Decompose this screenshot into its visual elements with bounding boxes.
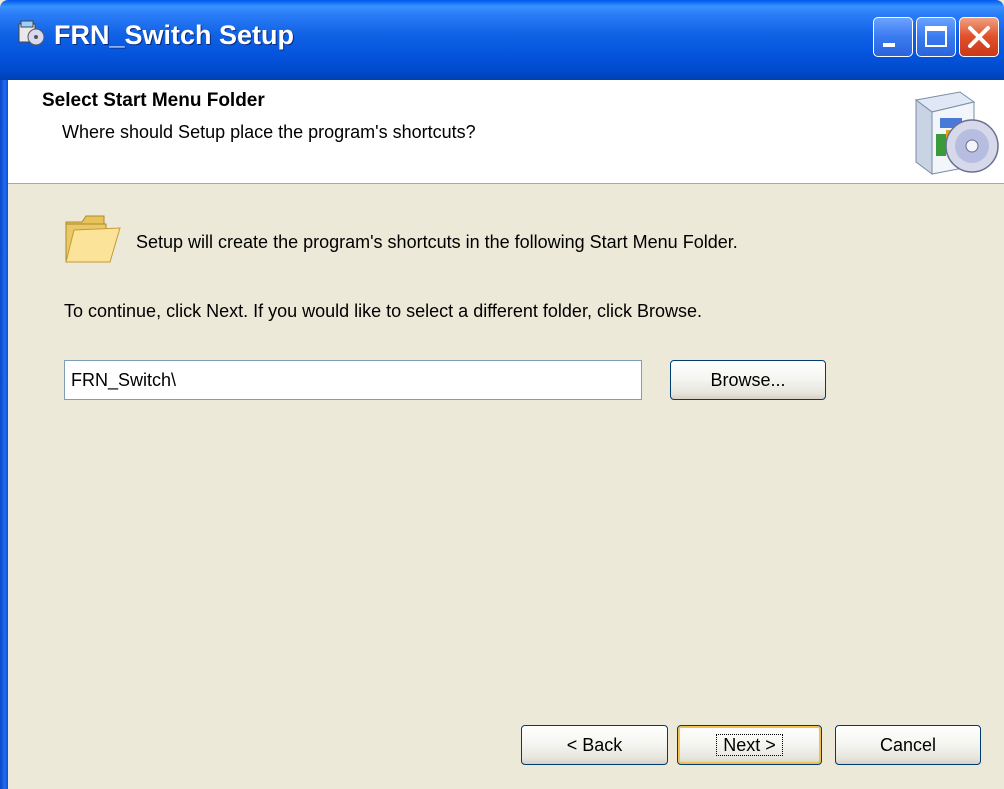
page-subtitle: Where should Setup place the program's s… [62,122,476,142]
minimize-icon [883,43,895,47]
setup-app-icon [18,20,45,46]
maximize-icon [925,26,947,47]
instruction-text: To continue, click Next. If you would li… [64,301,702,321]
start-menu-folder-input[interactable] [64,360,642,400]
maximize-button[interactable] [916,17,956,57]
back-button[interactable]: < Back [521,725,668,765]
setup-box-cd-icon [914,91,999,175]
close-icon [968,26,990,48]
window-frame-left [0,80,8,789]
wizard-header: Select Start Menu Folder Where should Se… [8,80,1004,184]
page-title: Select Start Menu Folder [42,90,265,111]
minimize-button[interactable] [873,17,913,57]
cancel-button[interactable]: Cancel [835,725,981,765]
close-button[interactable] [959,17,999,57]
title-bar[interactable]: FRN_Switch Setup [0,0,1004,80]
setup-window: FRN_Switch Setup Select Start Menu Folde… [0,0,1004,789]
info-text: Setup will create the program's shortcut… [136,232,738,252]
next-button[interactable]: Next > [677,725,822,765]
next-button-label: Next > [716,734,783,756]
window-title: FRN_Switch Setup [54,20,295,50]
folder-icon [65,215,121,263]
browse-button[interactable]: Browse... [670,360,826,400]
